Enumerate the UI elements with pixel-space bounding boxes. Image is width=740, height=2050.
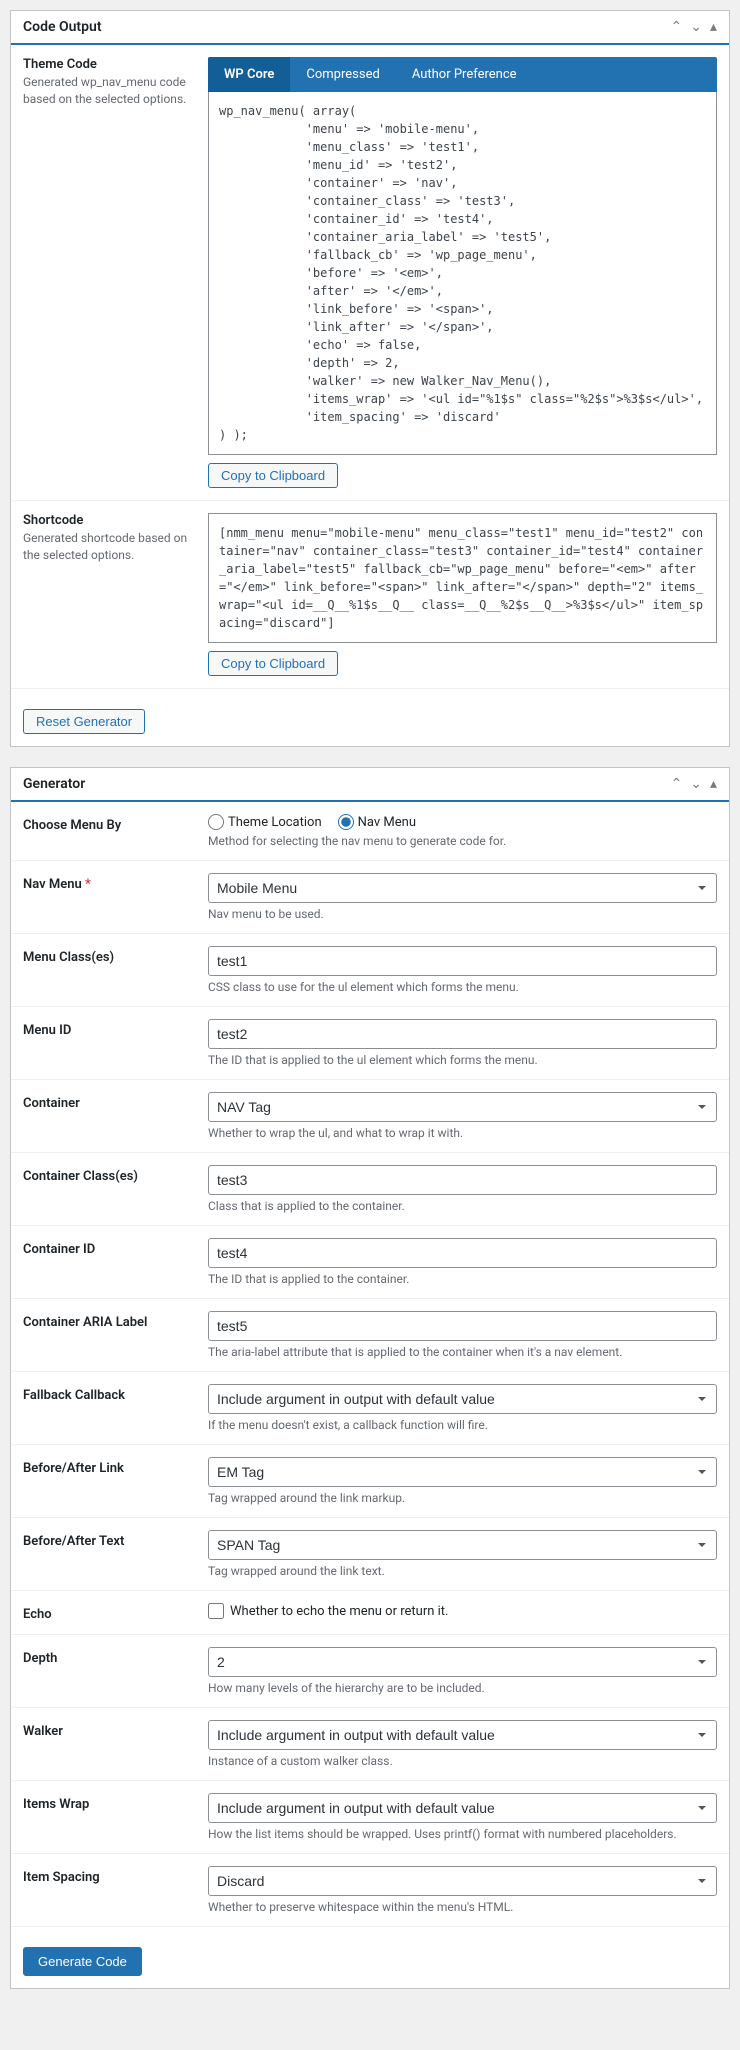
nav-menu-help: Nav menu to be used. xyxy=(208,907,717,921)
items-wrap-select[interactable]: Include argument in output with default … xyxy=(208,1793,717,1823)
container-aria-help: The aria-label attribute that is applied… xyxy=(208,1345,717,1359)
container-id-label: Container ID xyxy=(23,1238,208,1257)
menu-class-input[interactable] xyxy=(208,946,717,976)
before-after-link-label: Before/After Link xyxy=(23,1457,208,1476)
copy-shortcode-button[interactable]: Copy to Clipboard xyxy=(208,651,338,676)
depth-select[interactable]: 2 xyxy=(208,1647,717,1677)
echo-label: Echo xyxy=(23,1603,208,1622)
move-down-icon[interactable]: ⌄ xyxy=(690,19,702,35)
items-wrap-help: How the list items should be wrapped. Us… xyxy=(208,1827,717,1841)
walker-help: Instance of a custom walker class. xyxy=(208,1754,717,1768)
collapse-icon[interactable]: ▴ xyxy=(710,776,717,792)
collapse-icon[interactable]: ▴ xyxy=(710,19,717,35)
theme-code-desc: Generated wp_nav_menu code based on the … xyxy=(23,74,198,108)
walker-select[interactable]: Include argument in output with default … xyxy=(208,1720,717,1750)
container-label: Container xyxy=(23,1092,208,1111)
before-after-text-select[interactable]: SPAN Tag xyxy=(208,1530,717,1560)
move-up-icon[interactable]: ⌃ xyxy=(671,19,683,35)
container-class-label: Container Class(es) xyxy=(23,1165,208,1184)
nav-menu-label: Nav Menu * xyxy=(23,873,208,892)
theme-code-label: Theme Code xyxy=(23,57,198,72)
menu-class-label: Menu Class(es) xyxy=(23,946,208,965)
choose-menu-by-label: Choose Menu By xyxy=(23,814,208,833)
fallback-label: Fallback Callback xyxy=(23,1384,208,1403)
container-aria-label: Container ARIA Label xyxy=(23,1311,208,1330)
panel-controls: ⌃ ⌄ ▴ xyxy=(671,19,718,35)
walker-label: Walker xyxy=(23,1720,208,1739)
fallback-help: If the menu doesn't exist, a callback fu… xyxy=(208,1418,717,1432)
code-output-header: Code Output ⌃ ⌄ ▴ xyxy=(11,11,729,45)
code-output-panel: Code Output ⌃ ⌄ ▴ Theme Code Generated w… xyxy=(10,10,730,747)
container-aria-input[interactable] xyxy=(208,1311,717,1341)
depth-label: Depth xyxy=(23,1647,208,1666)
generator-header: Generator ⌃ ⌄ ▴ xyxy=(11,768,729,802)
item-spacing-help: Whether to preserve whitespace within th… xyxy=(208,1900,717,1914)
move-down-icon[interactable]: ⌄ xyxy=(690,776,702,792)
radio-theme-location[interactable]: Theme Location xyxy=(208,814,322,830)
move-up-icon[interactable]: ⌃ xyxy=(671,776,683,792)
theme-code-output[interactable]: wp_nav_menu( array( 'menu' => 'mobile-me… xyxy=(208,92,717,455)
nav-menu-select[interactable]: Mobile Menu xyxy=(208,873,717,903)
depth-help: How many levels of the hierarchy are to … xyxy=(208,1681,717,1695)
shortcode-section: Shortcode Generated shortcode based on t… xyxy=(11,501,729,689)
item-spacing-label: Item Spacing xyxy=(23,1866,208,1885)
choose-menu-by-help: Method for selecting the nav menu to gen… xyxy=(208,834,717,848)
before-after-link-select[interactable]: EM Tag xyxy=(208,1457,717,1487)
container-id-help: The ID that is applied to the container. xyxy=(208,1272,717,1286)
copy-theme-code-button[interactable]: Copy to Clipboard xyxy=(208,463,338,488)
container-help: Whether to wrap the ul, and what to wrap… xyxy=(208,1126,717,1140)
container-class-input[interactable] xyxy=(208,1165,717,1195)
tab-compressed[interactable]: Compressed xyxy=(290,57,395,92)
container-select[interactable]: NAV Tag xyxy=(208,1092,717,1122)
fallback-select[interactable]: Include argument in output with default … xyxy=(208,1384,717,1414)
generator-panel: Generator ⌃ ⌄ ▴ Choose Menu By Theme Loc… xyxy=(10,767,730,1989)
menu-id-help: The ID that is applied to the ul element… xyxy=(208,1053,717,1067)
before-after-link-help: Tag wrapped around the link markup. xyxy=(208,1491,717,1505)
shortcode-label: Shortcode xyxy=(23,513,198,528)
generate-code-button[interactable]: Generate Code xyxy=(23,1947,142,1976)
code-output-title: Code Output xyxy=(23,19,102,35)
panel-controls: ⌃ ⌄ ▴ xyxy=(671,776,718,792)
items-wrap-label: Items Wrap xyxy=(23,1793,208,1812)
tab-wp-core[interactable]: WP Core xyxy=(208,57,290,92)
generator-title: Generator xyxy=(23,776,85,792)
shortcode-output[interactable]: [nmm_menu menu="mobile-menu" menu_class=… xyxy=(208,513,717,643)
shortcode-desc: Generated shortcode based on the selecte… xyxy=(23,530,198,564)
menu-id-input[interactable] xyxy=(208,1019,717,1049)
code-tabs: WP Core Compressed Author Preference xyxy=(208,57,717,92)
theme-code-section: Theme Code Generated wp_nav_menu code ba… xyxy=(11,45,729,501)
item-spacing-select[interactable]: Discard xyxy=(208,1866,717,1896)
echo-checkbox[interactable] xyxy=(208,1603,224,1619)
menu-id-label: Menu ID xyxy=(23,1019,208,1038)
container-id-input[interactable] xyxy=(208,1238,717,1268)
before-after-text-help: Tag wrapped around the link text. xyxy=(208,1564,717,1578)
menu-class-help: CSS class to use for the ul element whic… xyxy=(208,980,717,994)
before-after-text-label: Before/After Text xyxy=(23,1530,208,1549)
echo-check-label: Whether to echo the menu or return it. xyxy=(230,1604,448,1619)
tab-author-preference[interactable]: Author Preference xyxy=(396,57,533,92)
radio-nav-menu[interactable]: Nav Menu xyxy=(338,814,416,830)
reset-generator-button[interactable]: Reset Generator xyxy=(23,709,145,734)
container-class-help: Class that is applied to the container. xyxy=(208,1199,717,1213)
